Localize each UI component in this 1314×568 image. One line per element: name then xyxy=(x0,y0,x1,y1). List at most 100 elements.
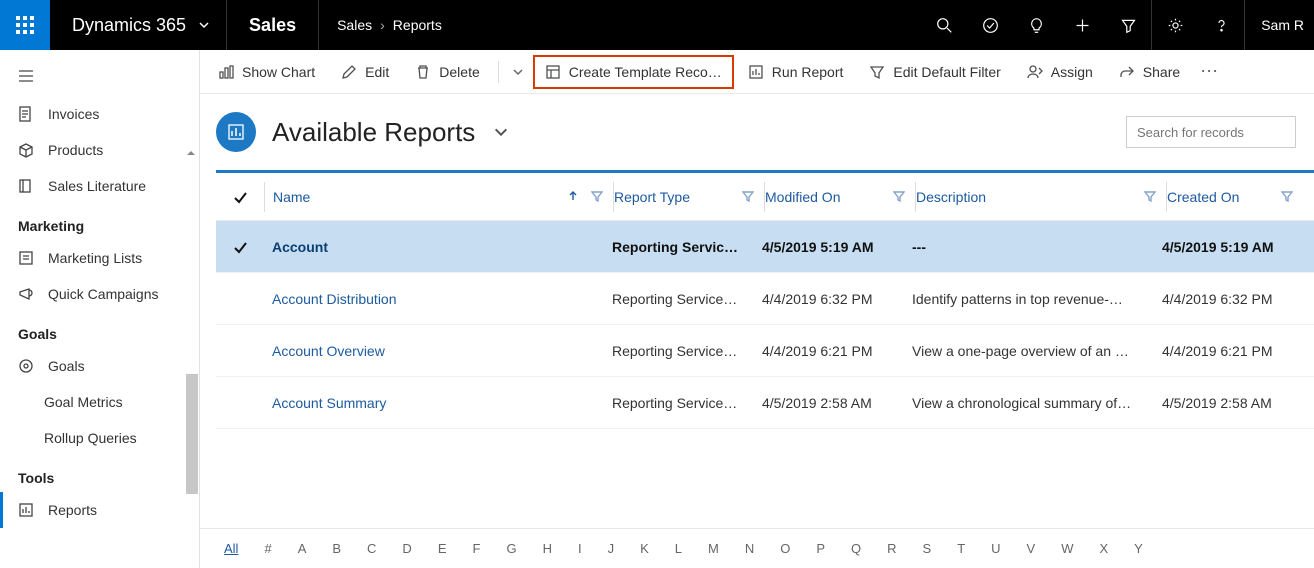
alpha-u[interactable]: U xyxy=(991,541,1000,556)
share-button[interactable]: Share xyxy=(1107,56,1192,88)
sidebar-item-rollup-queries[interactable]: Rollup Queries xyxy=(0,420,199,456)
column-modified-on[interactable]: Modified On xyxy=(765,173,915,220)
column-description[interactable]: Description xyxy=(916,173,1166,220)
table-row[interactable]: Account SummaryReporting Service…4/5/201… xyxy=(216,377,1314,429)
row-checkbox[interactable] xyxy=(216,325,264,376)
alpha-c[interactable]: C xyxy=(367,541,376,556)
row-name-link[interactable]: Account Overview xyxy=(272,343,385,359)
app-launcher-button[interactable] xyxy=(0,0,50,50)
alpha-q[interactable]: Q xyxy=(851,541,861,556)
row-name-link[interactable]: Account Summary xyxy=(272,395,386,411)
alpha-o[interactable]: O xyxy=(780,541,790,556)
alpha-v[interactable]: V xyxy=(1027,541,1036,556)
table-row[interactable]: Account OverviewReporting Service…4/4/20… xyxy=(216,325,1314,377)
column-report-type[interactable]: Report Type xyxy=(614,173,764,220)
alpha-m[interactable]: M xyxy=(708,541,719,556)
delete-split-button[interactable] xyxy=(505,56,531,88)
user-name[interactable]: Sam R xyxy=(1245,17,1314,33)
new-button[interactable] xyxy=(1059,0,1105,50)
sidebar-item-products[interactable]: Products xyxy=(0,132,199,168)
sidebar-item-marketing-lists[interactable]: Marketing Lists xyxy=(0,240,199,276)
alpha-h[interactable]: H xyxy=(543,541,552,556)
cmd-label: Run Report xyxy=(772,64,844,80)
select-all-checkbox[interactable] xyxy=(216,173,264,220)
row-name-link[interactable]: Account Distribution xyxy=(272,291,397,307)
col-label: Modified On xyxy=(765,189,840,205)
alpha-#[interactable]: # xyxy=(264,541,271,556)
delete-button[interactable]: Delete xyxy=(403,56,491,88)
cmd-label: Assign xyxy=(1051,64,1093,80)
breadcrumb-part[interactable]: Reports xyxy=(393,17,442,33)
create-template-button[interactable]: Create Template Reco… xyxy=(533,55,734,89)
alpha-l[interactable]: L xyxy=(675,541,682,556)
sidebar-item-goal-metrics[interactable]: Goal Metrics xyxy=(0,384,199,420)
area-name[interactable]: Sales xyxy=(227,0,318,50)
brand-switcher[interactable]: Dynamics 365 xyxy=(50,0,226,50)
alpha-e[interactable]: E xyxy=(438,541,447,556)
col-label: Name xyxy=(273,189,310,205)
cmd-label: Edit Default Filter xyxy=(893,64,1000,80)
sidebar-item-sales-literature[interactable]: Sales Literature xyxy=(0,168,199,204)
edit-default-filter-button[interactable]: Edit Default Filter xyxy=(857,56,1012,88)
show-chart-button[interactable]: Show Chart xyxy=(206,56,327,88)
question-icon xyxy=(1213,17,1230,34)
more-commands-button[interactable]: ⋯ xyxy=(1194,61,1224,82)
settings-button[interactable] xyxy=(1152,0,1198,50)
alpha-s[interactable]: S xyxy=(923,541,932,556)
column-created-on[interactable]: Created On xyxy=(1167,173,1303,220)
alpha-r[interactable]: R xyxy=(887,541,896,556)
alpha-b[interactable]: B xyxy=(332,541,341,556)
task-button[interactable] xyxy=(967,0,1013,50)
table-row[interactable]: Account Distribution Reporting Service…4/… xyxy=(216,273,1314,325)
row-name-link[interactable]: Account xyxy=(272,239,328,255)
sidebar-item-goals[interactable]: Goals xyxy=(0,348,199,384)
alpha-d[interactable]: D xyxy=(402,541,411,556)
alpha-t[interactable]: T xyxy=(957,541,965,556)
alpha-a[interactable]: A xyxy=(298,541,307,556)
alpha-f[interactable]: F xyxy=(472,541,480,556)
view-selector[interactable]: Available Reports xyxy=(272,117,509,148)
sidebar-item-quick-campaigns[interactable]: Quick Campaigns xyxy=(0,276,199,312)
search-input[interactable] xyxy=(1126,116,1296,148)
report-icon xyxy=(227,123,245,141)
alpha-g[interactable]: G xyxy=(506,541,516,556)
pencil-icon xyxy=(341,64,357,80)
row-checkbox[interactable] xyxy=(216,273,264,324)
alpha-n[interactable]: N xyxy=(745,541,754,556)
table-row[interactable]: AccountReporting Servic…4/5/2019 5:19 AM… xyxy=(216,221,1314,273)
cell-report-type: Reporting Service… xyxy=(612,273,762,324)
check-icon xyxy=(232,189,248,205)
alpha-j[interactable]: J xyxy=(608,541,615,556)
view-title-label: Available Reports xyxy=(272,117,475,148)
row-checkbox[interactable] xyxy=(216,221,264,272)
assistant-button[interactable] xyxy=(1013,0,1059,50)
sidebar-scrollbar[interactable] xyxy=(186,374,198,494)
alpha-y[interactable]: Y xyxy=(1134,541,1143,556)
alpha-p[interactable]: P xyxy=(816,541,825,556)
sidebar-item-invoices[interactable]: Invoices xyxy=(0,96,199,132)
alpha-w[interactable]: W xyxy=(1061,541,1073,556)
alpha-all[interactable]: All xyxy=(224,541,238,556)
alpha-k[interactable]: K xyxy=(640,541,649,556)
caret-up-icon[interactable] xyxy=(186,148,196,158)
assign-button[interactable]: Assign xyxy=(1015,56,1105,88)
alpha-i[interactable]: I xyxy=(578,541,582,556)
col-label: Description xyxy=(916,189,986,205)
filter-button[interactable] xyxy=(1105,0,1151,50)
help-button[interactable] xyxy=(1198,0,1244,50)
row-checkbox[interactable] xyxy=(216,377,264,428)
sidebar-group-goals: Goals xyxy=(0,312,199,348)
breadcrumb-part[interactable]: Sales xyxy=(337,17,372,33)
cmd-label: Edit xyxy=(365,64,389,80)
sidebar-item-reports[interactable]: Reports xyxy=(0,492,199,528)
alpha-x[interactable]: X xyxy=(1100,541,1109,556)
edit-button[interactable]: Edit xyxy=(329,56,401,88)
search-button[interactable] xyxy=(921,0,967,50)
run-report-icon xyxy=(748,64,764,80)
collapse-sidebar-button[interactable] xyxy=(0,62,199,90)
cell-modified-on: 4/4/2019 6:32 PM xyxy=(762,273,912,324)
book-icon xyxy=(18,178,34,194)
run-report-button[interactable]: Run Report xyxy=(736,56,856,88)
cell-description: Identify patterns in top revenue-… xyxy=(912,273,1162,324)
column-name[interactable]: Name xyxy=(265,173,613,220)
